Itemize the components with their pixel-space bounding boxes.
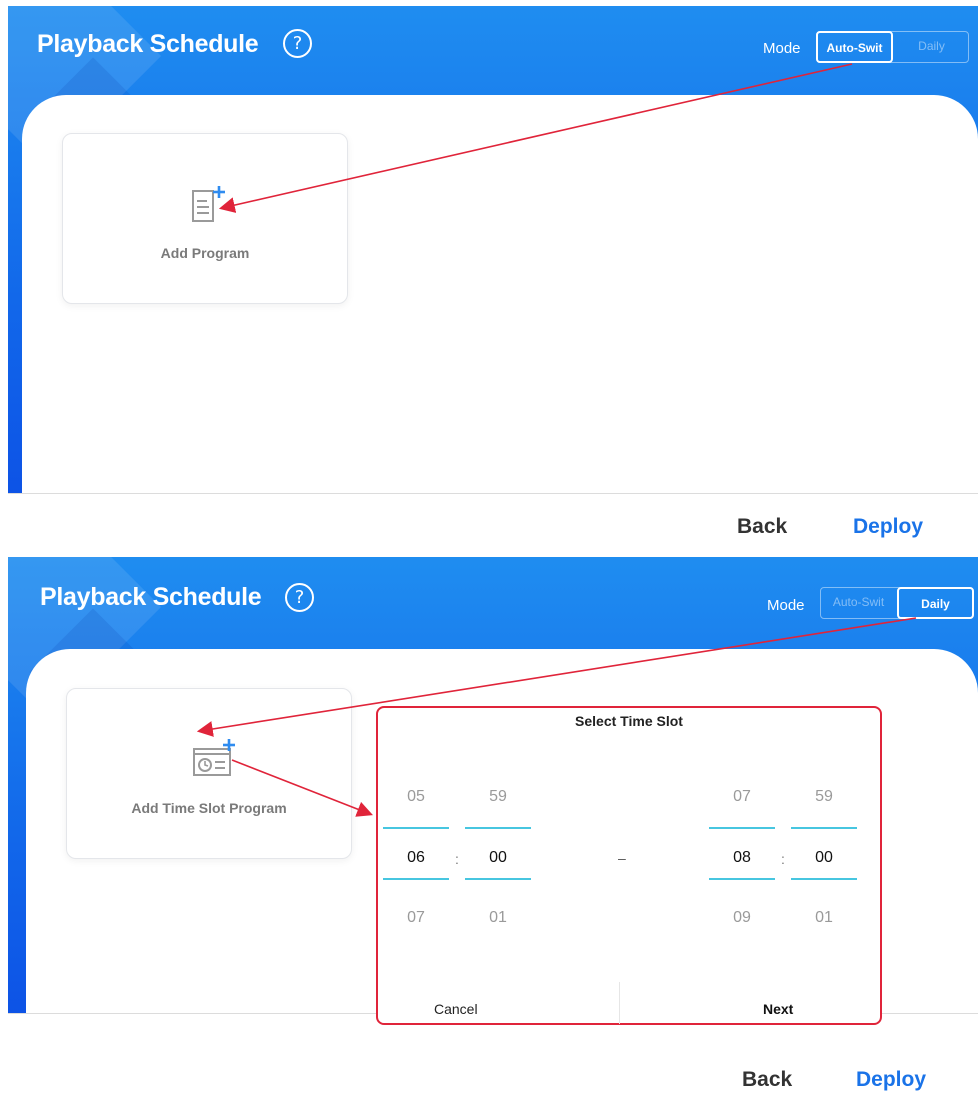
mode-daily-button[interactable]: Daily [897,587,974,619]
next-button[interactable]: Next [763,1001,793,1017]
add-program-tile[interactable]: Add Program [62,133,348,304]
schedule-panel-daily: Playback Schedule ? Mode Auto-Swit Daily… [0,555,978,1099]
add-time-slot-icon [193,739,235,776]
deploy-button[interactable]: Deploy [856,1068,926,1092]
add-program-icon [192,186,225,222]
mode-toggle: Auto-Swit Daily [820,587,974,619]
start-minute-picker[interactable]: 00 [465,849,531,867]
range-dash: – [618,850,626,866]
mode-label: Mode [767,597,805,614]
start-hour-next[interactable]: 07 [383,909,449,927]
footer-divider [8,493,978,494]
picker-divider [791,878,857,880]
end-minute-next[interactable]: 01 [791,909,857,927]
time-colon: : [781,851,785,867]
mode-label: Mode [763,40,801,57]
start-minute-next[interactable]: 01 [465,909,531,927]
picker-divider [465,827,531,829]
help-icon[interactable]: ? [285,583,314,612]
deploy-button[interactable]: Deploy [853,515,923,539]
back-button[interactable]: Back [737,515,787,539]
end-hour-picker[interactable]: 08 [709,849,775,867]
start-hour-picker[interactable]: 06 [383,849,449,867]
page-title: Playback Schedule [37,30,259,58]
picker-divider [709,827,775,829]
end-hour-prev[interactable]: 07 [709,788,775,806]
picker-divider [791,827,857,829]
picker-divider [709,878,775,880]
picker-divider [465,878,531,880]
end-hour-next[interactable]: 09 [709,909,775,927]
add-time-slot-label: Add Time Slot Program [131,800,287,816]
add-time-slot-tile[interactable]: Add Time Slot Program [66,688,352,859]
cancel-button[interactable]: Cancel [434,1001,478,1017]
picker-divider [383,827,449,829]
mode-toggle: Auto-Swit Daily [816,31,969,63]
start-hour-prev[interactable]: 05 [383,788,449,806]
add-program-label: Add Program [160,245,250,261]
end-minute-prev[interactable]: 59 [791,788,857,806]
dialog-title: Select Time Slot [575,713,683,729]
help-icon[interactable]: ? [283,29,312,58]
page-title: Playback Schedule [40,583,262,611]
time-slot-dialog: Select Time Slot 05 06 07 : 59 00 01 – 0… [376,706,882,1025]
time-colon: : [455,851,459,867]
picker-divider [383,878,449,880]
back-button[interactable]: Back [742,1068,792,1092]
mode-auto-switch-button[interactable]: Auto-Swit [820,587,897,619]
start-minute-prev[interactable]: 59 [465,788,531,806]
dialog-button-divider [619,982,620,1024]
schedule-panel-auto-switch: Playback Schedule ? Mode Auto-Swit Daily… [0,0,978,555]
mode-daily-button[interactable]: Daily [893,31,970,63]
mode-auto-switch-button[interactable]: Auto-Swit [816,31,893,63]
end-minute-picker[interactable]: 00 [791,849,857,867]
